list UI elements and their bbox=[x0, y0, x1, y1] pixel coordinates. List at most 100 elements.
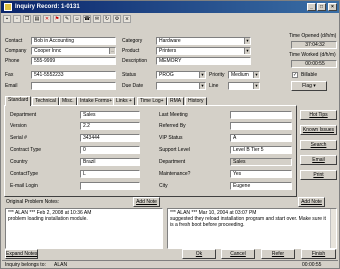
calendar-icon[interactable]: ▼ bbox=[199, 83, 205, 89]
city-field[interactable]: Eugene bbox=[230, 182, 292, 190]
fax-label: Fax bbox=[5, 72, 14, 78]
version-field[interactable]: 2.2 bbox=[80, 122, 140, 130]
refresh-icon[interactable]: ↻ bbox=[103, 15, 111, 23]
finish-button[interactable]: Finish bbox=[301, 249, 336, 259]
email-field[interactable] bbox=[31, 82, 116, 90]
email-login-label: E-mail Login bbox=[10, 183, 38, 189]
referred-by-field[interactable] bbox=[230, 122, 292, 130]
elapsed-time: 00:00:55 bbox=[302, 262, 322, 268]
add-note-left-button[interactable]: Add Note bbox=[133, 197, 160, 207]
time-opened-value: 37:04:32 bbox=[291, 41, 337, 49]
department-label: Department bbox=[10, 112, 37, 118]
chevron-down-icon[interactable]: ▼ bbox=[244, 38, 250, 44]
department-field[interactable]: Sales bbox=[80, 111, 140, 119]
original-notes-area[interactable]: *** ALAN *** Feb 2, 2008 at 10:36 AM pro… bbox=[5, 208, 163, 249]
country-field[interactable]: Brazil bbox=[80, 158, 140, 166]
flag-icon[interactable]: ⚑ bbox=[53, 15, 61, 23]
print-icon[interactable]: ▤ bbox=[33, 15, 41, 23]
contact-field[interactable]: Bob in Accounting bbox=[31, 37, 116, 45]
product-value: Printers bbox=[159, 48, 177, 54]
company-lookup-icon[interactable]: … bbox=[109, 48, 115, 54]
contract-type-label: Contract Type bbox=[10, 147, 42, 153]
copy-icon[interactable]: ❐ bbox=[23, 15, 31, 23]
close-window-button[interactable]: × bbox=[328, 3, 337, 11]
billable-checkbox[interactable]: ✓ bbox=[292, 72, 298, 78]
chevron-down-icon[interactable]: ▼ bbox=[253, 72, 259, 78]
priority-dropdown[interactable]: Medium ▼ bbox=[228, 71, 260, 79]
expand-notes-button[interactable]: Expand Notes bbox=[5, 249, 38, 259]
email-login-field[interactable] bbox=[80, 182, 140, 190]
status-label: Status bbox=[122, 72, 137, 78]
email-button[interactable]: Email bbox=[300, 155, 337, 165]
contract-type-field[interactable]: 0 bbox=[80, 146, 140, 154]
title-bar: Inquiry Record: 1-0131 _ □ × bbox=[1, 1, 339, 13]
department-2-label: Department bbox=[159, 159, 186, 165]
company-label: Company bbox=[5, 48, 27, 54]
notes-history-area[interactable]: *** ALAN *** Mar 10, 2004 at 03:07 PM su… bbox=[167, 208, 337, 249]
new-icon[interactable]: ▫ bbox=[13, 15, 21, 23]
serial-label: Serial # bbox=[10, 135, 27, 141]
chevron-down-icon[interactable]: ▼ bbox=[199, 72, 205, 78]
minimize-button[interactable]: _ bbox=[307, 3, 316, 11]
ok-button[interactable]: Ok bbox=[182, 249, 216, 259]
phone-icon[interactable]: ☎ bbox=[83, 15, 91, 23]
standard-tab-panel: Department Sales Version 2.2 Serial # 34… bbox=[4, 105, 297, 197]
company-field[interactable]: Cooper Innc … bbox=[31, 47, 116, 55]
settings-icon[interactable]: ⚙ bbox=[113, 15, 121, 23]
notes-history-text: *** ALAN *** Mar 10, 2004 at 03:07 PM su… bbox=[170, 210, 326, 228]
flag-dropdown[interactable]: Flag ▾ bbox=[291, 81, 327, 91]
known-issues-button[interactable]: Known Issues bbox=[300, 125, 337, 135]
billable-label: Billable bbox=[301, 72, 318, 78]
email-icon[interactable]: ✉ bbox=[93, 15, 101, 23]
phone-label: Phone bbox=[5, 58, 20, 64]
search-button[interactable]: Search bbox=[300, 140, 337, 150]
maintenance-field[interactable]: Yes bbox=[230, 170, 292, 178]
print-button[interactable]: Print bbox=[300, 170, 337, 180]
cancel-button[interactable]: Cancel bbox=[221, 249, 255, 259]
inquiry-record-window: Inquiry Record: 1-0131 _ □ × ▪ ▫ ❐ ▤ ✕ ⚑… bbox=[0, 0, 340, 269]
company-value: Cooper Innc bbox=[34, 48, 62, 54]
chevron-down-icon[interactable]: ▼ bbox=[253, 83, 259, 89]
maximize-button[interactable]: □ bbox=[317, 3, 326, 11]
owner-value: ALAN bbox=[54, 262, 68, 268]
last-meeting-field[interactable] bbox=[230, 111, 292, 119]
priority-value: Medium bbox=[231, 72, 249, 78]
vip-status-label: VIP Status bbox=[159, 135, 183, 141]
version-label: Version bbox=[10, 123, 27, 129]
product-dropdown[interactable]: Printers ▼ bbox=[156, 47, 251, 55]
user-icon[interactable]: ☺ bbox=[73, 15, 81, 23]
close-icon[interactable]: ⨯ bbox=[123, 15, 131, 23]
category-dropdown[interactable]: Hardware ▼ bbox=[156, 37, 251, 45]
line-dropdown[interactable]: ▼ bbox=[228, 82, 260, 90]
attach-icon[interactable]: ✎ bbox=[63, 15, 71, 23]
window-title: Inquiry Record: 1-0131 bbox=[15, 4, 80, 10]
due-date-field[interactable]: ▼ bbox=[156, 82, 206, 90]
fax-field[interactable]: 541-5552233 bbox=[31, 71, 116, 79]
delete-icon[interactable]: ✕ bbox=[43, 15, 51, 23]
chevron-down-icon[interactable]: ▼ bbox=[244, 48, 250, 54]
status-value: PROG bbox=[159, 72, 174, 78]
status-dropdown[interactable]: PROG ▼ bbox=[156, 71, 206, 79]
app-icon bbox=[4, 3, 12, 11]
hot-tips-button[interactable]: Hot Tips bbox=[300, 110, 337, 120]
vip-status-field[interactable]: A bbox=[230, 134, 292, 142]
original-notes-text: *** ALAN *** Feb 2, 2008 at 10:36 AM pro… bbox=[8, 210, 92, 222]
product-label: Product bbox=[122, 48, 140, 54]
line-label: Line bbox=[209, 83, 219, 89]
toolbar: ▪ ▫ ❐ ▤ ✕ ⚑ ✎ ☺ ☎ ✉ ↻ ⚙ ⨯ bbox=[3, 15, 337, 25]
add-note-right-button[interactable]: Add Note bbox=[298, 197, 325, 207]
notes-scrollbar[interactable] bbox=[330, 209, 336, 248]
category-value: Hardware bbox=[159, 38, 181, 44]
tab-standard[interactable]: Standard bbox=[5, 96, 32, 106]
phone-field[interactable]: 555-9999 bbox=[31, 57, 116, 65]
serial-field[interactable]: 343444 bbox=[80, 134, 140, 142]
description-field[interactable]: MEMORY bbox=[156, 57, 251, 65]
category-label: Category bbox=[122, 38, 143, 44]
support-level-field[interactable]: Level B Tier 5 bbox=[230, 146, 292, 154]
time-opened-label: Time Opened (d/h/m) bbox=[289, 33, 337, 39]
country-label: Country bbox=[10, 159, 28, 165]
save-icon[interactable]: ▪ bbox=[3, 15, 11, 23]
contact-type-field[interactable]: L bbox=[80, 170, 140, 178]
belongs-label: Inquiry belongs to: bbox=[5, 262, 46, 268]
refer-button[interactable]: Refer bbox=[261, 249, 295, 259]
